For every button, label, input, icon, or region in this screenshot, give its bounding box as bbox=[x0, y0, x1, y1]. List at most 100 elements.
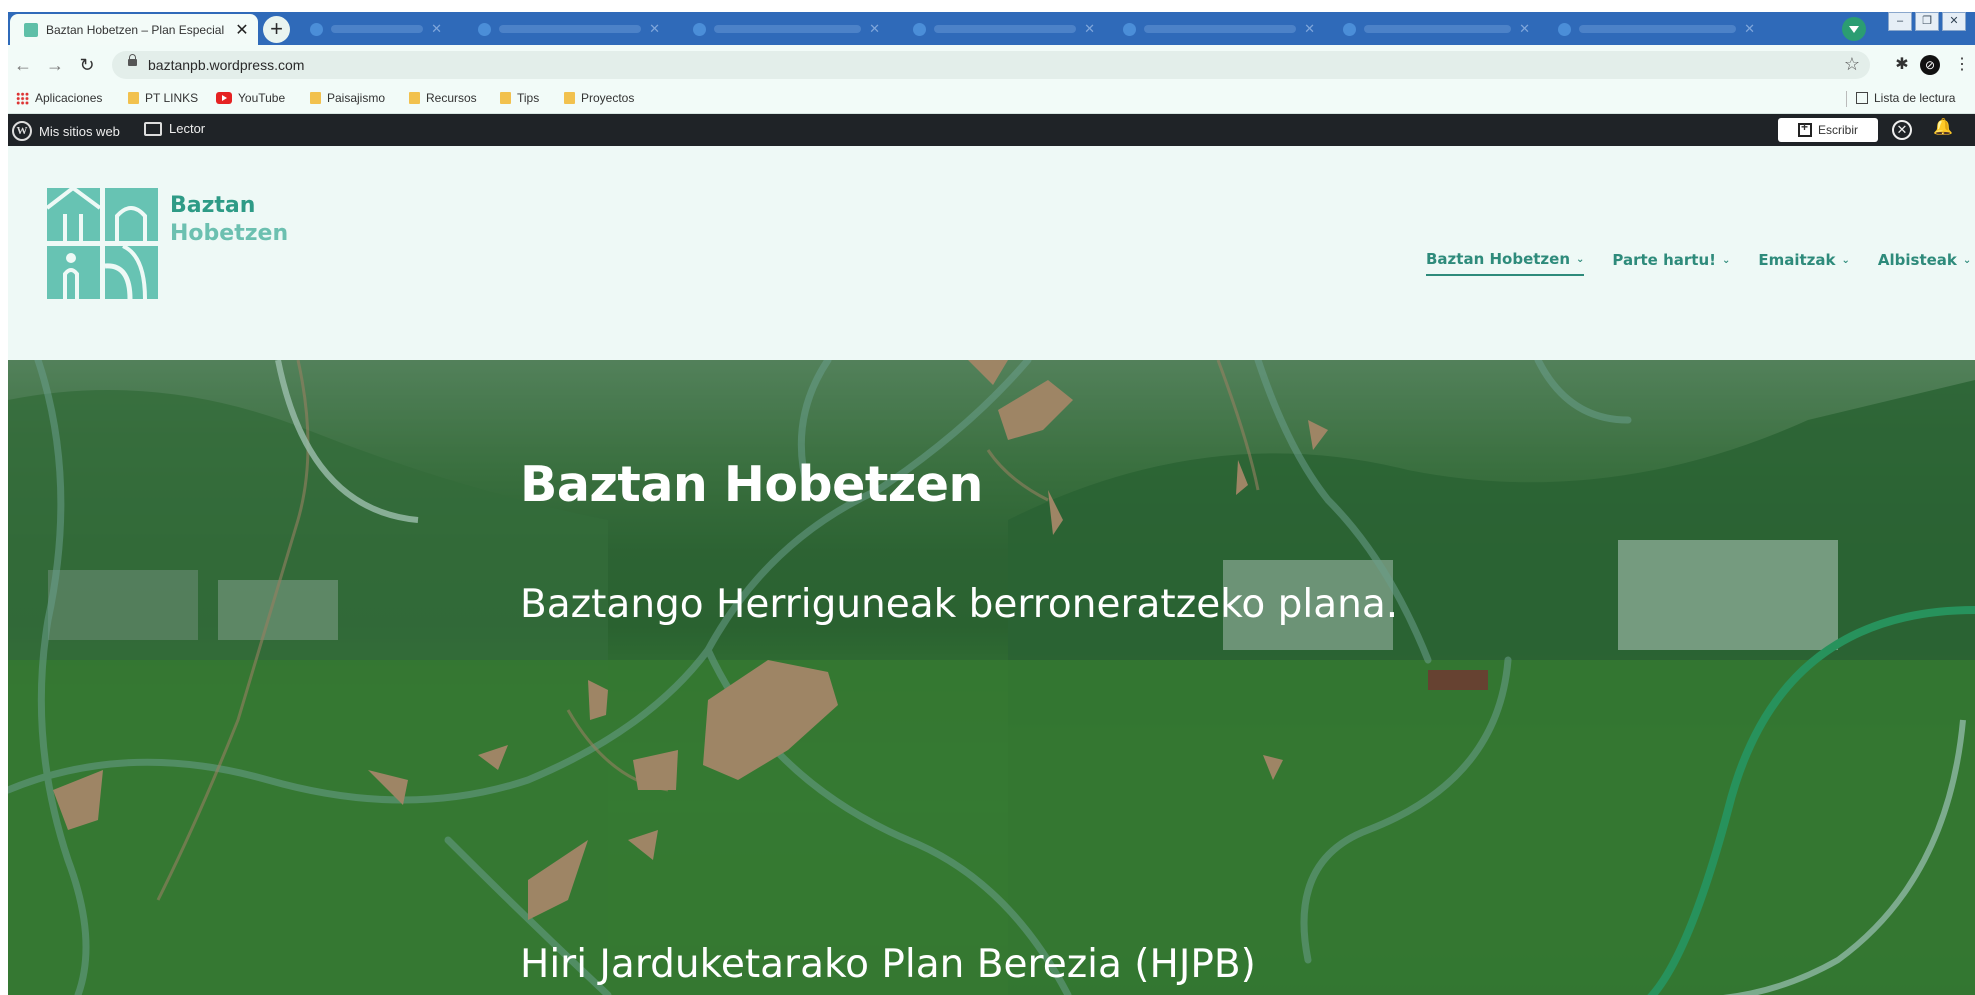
tab-strip: Baztan Hobetzen – Plan Especial ✕ + ✕ ✕ … bbox=[8, 12, 1975, 45]
reader-icon bbox=[144, 121, 162, 136]
chevron-down-icon: ⌄ bbox=[1962, 254, 1972, 266]
site-header: Baztan Hobetzen Baztan Hobetzen ⌄ Parte h… bbox=[8, 146, 1975, 360]
hero-subtitle: Baztango Herriguneak berroneratzeko plan… bbox=[520, 582, 1399, 627]
bookmarks-divider bbox=[1846, 91, 1847, 107]
folder-icon bbox=[409, 92, 420, 104]
chevron-down-icon: ⌄ bbox=[1721, 254, 1731, 266]
bookmarks-bar: Aplicaciones PT LINKS YouTube Paisajismo… bbox=[8, 85, 1975, 114]
bookmark-recursos[interactable]: Recursos bbox=[409, 91, 477, 105]
window-controls: – ❐ ✕ bbox=[1888, 12, 1966, 31]
my-sites-label: Mis sitios web bbox=[39, 123, 120, 139]
tab-search-dropdown-icon[interactable] bbox=[1842, 17, 1866, 41]
close-tab-icon[interactable]: ✕ bbox=[1744, 21, 1755, 37]
tab-favicon-icon bbox=[310, 22, 323, 36]
main-navigation: Baztan Hobetzen ⌄ Parte hartu! ⌄ Emaitzak ⌄… bbox=[1426, 250, 1971, 276]
address-bar[interactable]: baztanpb.wordpress.com ☆ bbox=[112, 51, 1870, 79]
write-button[interactable]: Escribir bbox=[1778, 118, 1878, 142]
apps-grid-icon bbox=[16, 91, 29, 105]
tab-background[interactable]: ✕ bbox=[1113, 16, 1323, 42]
profile-avatar-icon[interactable]: ⊘ bbox=[1918, 53, 1942, 77]
folder-icon bbox=[564, 92, 575, 104]
site-title[interactable]: Baztan Hobetzen bbox=[170, 192, 288, 248]
chevron-down-icon: ⌄ bbox=[1576, 253, 1585, 265]
hero-banner: Baztan Hobetzen Baztango Herriguneak ber… bbox=[8, 360, 1975, 995]
close-tab-icon[interactable]: ✕ bbox=[649, 21, 660, 37]
nav-label: Parte hartu! bbox=[1612, 251, 1716, 269]
tab-background[interactable]: ✕ bbox=[468, 16, 668, 42]
tab-favicon-icon bbox=[1343, 22, 1356, 36]
nav-label: Emaitzak bbox=[1758, 251, 1836, 269]
my-sites-menu[interactable]: W Mis sitios web bbox=[12, 121, 120, 141]
browser-window: Baztan Hobetzen – Plan Especial ✕ + ✕ ✕ … bbox=[8, 12, 1975, 995]
back-arrow-icon[interactable]: ← bbox=[12, 54, 34, 76]
nav-item-albisteak[interactable]: Albisteak ⌄ bbox=[1878, 250, 1971, 276]
tab-background[interactable]: ✕ bbox=[1548, 16, 1763, 42]
reload-icon[interactable]: ↻ bbox=[76, 54, 98, 76]
forward-arrow-icon[interactable]: → bbox=[44, 54, 66, 76]
hero-title: Baztan Hobetzen bbox=[520, 456, 983, 513]
new-post-icon bbox=[1797, 120, 1812, 137]
nav-item-emaitzak[interactable]: Emaitzak ⌄ bbox=[1758, 250, 1850, 276]
folder-icon bbox=[128, 92, 139, 104]
nav-label: Baztan Hobetzen bbox=[1426, 250, 1571, 268]
bookmark-label: Recursos bbox=[426, 91, 477, 105]
tab-title: Baztan Hobetzen – Plan Especial bbox=[46, 22, 225, 37]
bookmark-label: YouTube bbox=[238, 91, 286, 105]
bookmark-pt-links[interactable]: PT LINKS bbox=[128, 91, 198, 105]
wordpress-logo-icon: W bbox=[12, 121, 32, 141]
reader-menu[interactable]: Lector bbox=[144, 121, 205, 136]
tab-background[interactable]: ✕ bbox=[683, 16, 888, 42]
tab-background[interactable]: ✕ bbox=[903, 16, 1103, 42]
site-title-line2: Hobetzen bbox=[170, 221, 289, 246]
notifications-bell-icon[interactable]: 🔔 bbox=[1933, 120, 1953, 140]
browser-toolbar: ← → ↻ baztanpb.wordpress.com ☆ ✱ ⊘ ⋮ bbox=[8, 45, 1975, 85]
close-tab-icon[interactable]: ✕ bbox=[1519, 21, 1530, 37]
site-logo[interactable] bbox=[45, 186, 160, 301]
close-tab-icon[interactable]: ✕ bbox=[1084, 21, 1095, 37]
lock-icon[interactable] bbox=[128, 54, 137, 66]
minimize-button[interactable]: – bbox=[1888, 12, 1912, 31]
bookmark-label: Proyectos bbox=[581, 91, 635, 105]
close-window-button[interactable]: ✕ bbox=[1942, 12, 1966, 31]
url-text[interactable]: baztanpb.wordpress.com bbox=[148, 57, 304, 73]
bookmark-paisajismo[interactable]: Paisajismo bbox=[310, 91, 385, 105]
bookmark-proyectos[interactable]: Proyectos bbox=[564, 91, 634, 105]
close-tab-icon[interactable]: ✕ bbox=[869, 21, 880, 37]
admin-bar: W Mis sitios web Lector Escribir ✕ 🔔 bbox=[8, 114, 1975, 146]
tab-favicon-icon bbox=[913, 22, 926, 36]
close-tab-icon[interactable]: ✕ bbox=[431, 21, 442, 37]
hero-tint-overlay bbox=[8, 360, 1975, 995]
bookmark-tips[interactable]: Tips bbox=[500, 91, 539, 105]
chevron-down-icon: ⌄ bbox=[1841, 254, 1850, 266]
tab-favicon-icon bbox=[1558, 22, 1571, 36]
user-avatar-icon[interactable]: ✕ bbox=[1892, 120, 1912, 140]
maximize-button[interactable]: ❐ bbox=[1915, 12, 1939, 31]
site-favicon-icon bbox=[24, 22, 38, 37]
reading-list-button[interactable]: Lista de lectura bbox=[1856, 91, 1955, 105]
bookmark-apps[interactable]: Aplicaciones bbox=[16, 91, 102, 105]
bookmark-label: Tips bbox=[517, 91, 540, 105]
tab-favicon-icon bbox=[478, 22, 491, 36]
close-tab-icon[interactable]: ✕ bbox=[232, 20, 252, 40]
reader-label: Lector bbox=[169, 121, 206, 136]
folder-icon bbox=[500, 92, 511, 104]
tab-favicon-icon bbox=[693, 22, 706, 36]
new-tab-button[interactable]: + bbox=[263, 16, 290, 43]
tab-background[interactable]: ✕ bbox=[1333, 16, 1538, 42]
write-label: Escribir bbox=[1817, 123, 1858, 137]
bookmark-label: Paisajismo bbox=[327, 91, 386, 105]
bookmark-star-icon[interactable]: ☆ bbox=[1844, 54, 1860, 75]
browser-menu-icon[interactable]: ⋮ bbox=[1950, 53, 1974, 77]
close-tab-icon[interactable]: ✕ bbox=[1304, 21, 1315, 37]
nav-item-parte-hartu[interactable]: Parte hartu! ⌄ bbox=[1612, 250, 1730, 276]
tab-background[interactable]: ✕ bbox=[300, 16, 450, 42]
bookmark-youtube[interactable]: YouTube bbox=[216, 91, 285, 105]
nav-item-baztan-hobetzen[interactable]: Baztan Hobetzen ⌄ bbox=[1426, 250, 1585, 276]
reading-list-label: Lista de lectura bbox=[1874, 91, 1956, 105]
site-title-line1: Baztan bbox=[170, 193, 256, 218]
extensions-puzzle-icon[interactable]: ✱ bbox=[1890, 53, 1914, 77]
folder-icon bbox=[310, 92, 321, 104]
reading-list-icon bbox=[1856, 92, 1868, 104]
tab-active[interactable]: Baztan Hobetzen – Plan Especial ✕ bbox=[10, 14, 258, 45]
nav-label: Albisteak bbox=[1877, 251, 1957, 269]
